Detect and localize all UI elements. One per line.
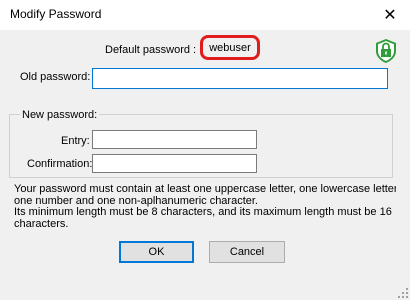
new-password-group-label: New password: (20, 109, 100, 121)
old-password-input[interactable] (92, 68, 388, 89)
entry-input[interactable] (92, 130, 257, 149)
close-icon[interactable]: ✕ (370, 0, 410, 30)
confirmation-input[interactable] (92, 154, 257, 173)
help-line: Your password must contain at least one … (14, 184, 396, 195)
confirmation-label: Confirmation: (27, 158, 93, 170)
default-password-value: webuser (209, 41, 251, 54)
default-password-label: Default password : (105, 44, 197, 56)
password-requirements-text: Your password must contain at least one … (14, 184, 396, 230)
resize-grip-icon[interactable] (397, 287, 409, 299)
ok-button[interactable]: OK (119, 241, 194, 263)
entry-label: Entry: (61, 135, 90, 147)
dialog-body: Default password : webuser Old password:… (0, 30, 410, 300)
help-line: Its minimum length must be 8 characters,… (14, 206, 392, 218)
cancel-button[interactable]: Cancel (209, 241, 285, 263)
title-bar: Modify Password ✕ (0, 0, 410, 30)
help-line: characters. (14, 217, 69, 230)
lock-icon (376, 39, 396, 63)
window-title: Modify Password (10, 7, 102, 21)
default-password-highlight: webuser (200, 35, 260, 60)
old-password-label: Old password: (20, 71, 91, 83)
